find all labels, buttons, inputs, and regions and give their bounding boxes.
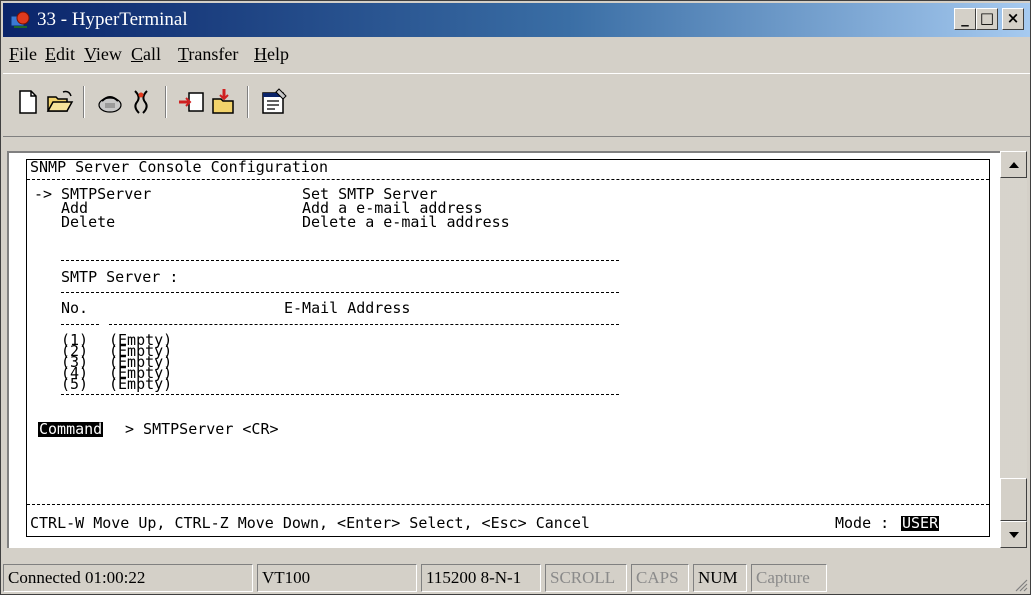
status-num: NUM [693,564,747,592]
hyperterminal-window: 33 - HyperTerminal _ □ × File Edit View … [0,0,1031,595]
scroll-up-button[interactable] [1000,151,1027,178]
divider [61,260,619,261]
menu-call-accel: C [131,44,144,64]
status-capture: Capture [751,564,827,592]
menu-edit-accel: E [45,44,56,64]
divider [61,324,99,325]
console-screen: SNMP Server Console Configuration -> SMT… [26,159,990,537]
column-email: E-Mail Address [284,299,411,317]
console-header: SNMP Server Console Configuration [30,158,329,176]
vertical-scrollbar[interactable] [1000,151,1027,548]
toolbar-separator [247,86,249,118]
mode-label: Mode : [835,514,890,532]
open-icon[interactable] [45,87,75,117]
menu-transfer-label: ransfer [188,44,239,64]
menu-transfer[interactable]: Transfer [178,43,238,65]
status-bar: Connected 01:00:22 VT100 115200 8-N-1 SC… [3,560,1030,594]
divider [27,504,989,505]
command-label: Command [38,420,104,438]
terminal-area[interactable]: SNMP Server Console Configuration -> SMT… [7,151,1000,548]
arrow-down-icon [1009,532,1019,538]
smtp-server-label: SMTP Server : [61,268,179,286]
window-title: 33 - HyperTerminal [37,9,188,30]
menu-view-accel: V [84,44,96,64]
command-input[interactable]: > SMTPServer <CR> [125,422,279,437]
status-caps: CAPS [631,564,689,592]
divider [109,324,619,325]
toolbar-separator [83,86,85,118]
receive-icon[interactable] [209,87,239,117]
connect-icon[interactable] [95,87,125,117]
help-text: CTRL-W Move Up, CTRL-Z Move Down, <Enter… [30,514,590,532]
status-connected: Connected 01:00:22 [3,564,253,592]
scroll-thumb[interactable] [1000,478,1027,521]
hyperterminal-app-icon [10,11,30,28]
menu-call[interactable]: Call [131,43,161,65]
menu-file[interactable]: File [9,43,37,65]
send-icon[interactable] [177,87,207,117]
new-icon[interactable] [13,87,43,117]
menu-bar: File Edit View Call Transfer Help [3,37,1030,71]
divider [61,394,619,395]
selection-arrow: -> [34,185,53,203]
scroll-down-button[interactable] [1000,521,1027,548]
menu-view[interactable]: View [84,43,122,65]
maximize-button[interactable]: □ [976,8,998,30]
toolbar-separator [165,86,167,118]
status-port-settings: 115200 8-N-1 [421,564,541,592]
option-delete-desc: Delete a e-mail address [302,213,510,231]
properties-icon[interactable] [259,87,289,117]
menu-edit[interactable]: Edit [45,43,75,65]
close-button[interactable]: × [1002,8,1024,30]
resize-grip-icon[interactable] [1014,578,1028,592]
arrow-up-icon [1009,162,1019,168]
option-delete: Delete [61,213,116,231]
menu-view-label: iew [95,44,122,64]
divider [27,179,989,180]
status-emulation: VT100 [257,564,417,592]
minimize-button[interactable]: _ [954,8,976,30]
menu-help-accel: H [254,44,267,64]
disconnect-icon[interactable] [127,87,157,117]
email-entry-value: (Empty) [109,375,173,393]
menu-file-accel: F [9,44,20,64]
menu-file-label: ile [19,44,38,64]
menu-transfer-accel: T [178,44,189,64]
menu-help-label: elp [267,44,289,64]
toolbar [3,73,1030,137]
column-no: No. [61,299,89,317]
email-entry-no: (5) [61,375,89,393]
divider [61,292,619,293]
mode-value: USER [901,514,940,532]
status-scroll: SCROLL [545,564,627,592]
menu-help[interactable]: Help [254,43,289,65]
menu-edit-label: dit [56,44,76,64]
menu-call-label: all [143,44,162,64]
title-bar[interactable]: 33 - HyperTerminal _ □ × [3,3,1030,37]
